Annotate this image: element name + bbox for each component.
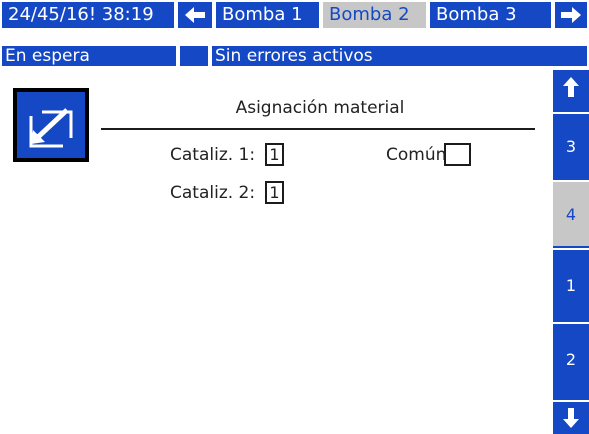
common-checkbox[interactable] (444, 143, 471, 166)
side-tab-page[interactable]: 1 (553, 248, 589, 320)
status-mode: En espera (0, 44, 178, 68)
arrow-right-icon (561, 7, 581, 23)
catalyst2-label: Cataliz. 2: (170, 183, 256, 203)
catalyst1-field[interactable]: 1 (265, 143, 284, 166)
side-tab-page[interactable]: 3 (553, 112, 589, 178)
arrow-left-icon (185, 7, 205, 23)
edit-setup-icon (28, 108, 73, 148)
datetime-display: 24/45/16! 38:19 (0, 0, 176, 30)
title-divider (101, 128, 535, 130)
pump-prev-button[interactable] (176, 0, 214, 30)
tab-bomba-3[interactable]: Bomba 3 (428, 0, 553, 30)
status-mode-text: En espera (5, 46, 90, 66)
tab-bomba-1[interactable]: Bomba 1 (214, 0, 321, 30)
screen-title: Asignación material (235, 98, 405, 118)
status-errors-text: Sin errores activos (215, 46, 373, 66)
tab-label: Bomba 3 (436, 4, 517, 25)
catalyst1-label: Cataliz. 1: (170, 145, 256, 165)
arrow-up-icon (563, 77, 579, 97)
page-up-button[interactable] (553, 72, 589, 102)
common-label: Común: (386, 145, 453, 165)
edit-setup-button[interactable] (13, 88, 89, 162)
side-tab-page[interactable]: 2 (553, 322, 589, 394)
catalyst2-field[interactable]: 1 (265, 181, 284, 204)
tab-label: Bomba 2 (329, 4, 410, 25)
datetime-text: 24/45/16! 38:19 (8, 4, 154, 25)
arrow-down-icon (563, 408, 579, 428)
tab-label: Bomba 1 (222, 4, 303, 25)
pump-next-button[interactable] (553, 0, 589, 30)
status-errors: Sin errores activos (210, 44, 589, 68)
page-down-button[interactable] (553, 400, 589, 434)
tab-bomba-2[interactable]: Bomba 2 (321, 0, 428, 30)
side-tab-page[interactable]: 4 (553, 180, 589, 246)
status-indicator (178, 44, 210, 68)
